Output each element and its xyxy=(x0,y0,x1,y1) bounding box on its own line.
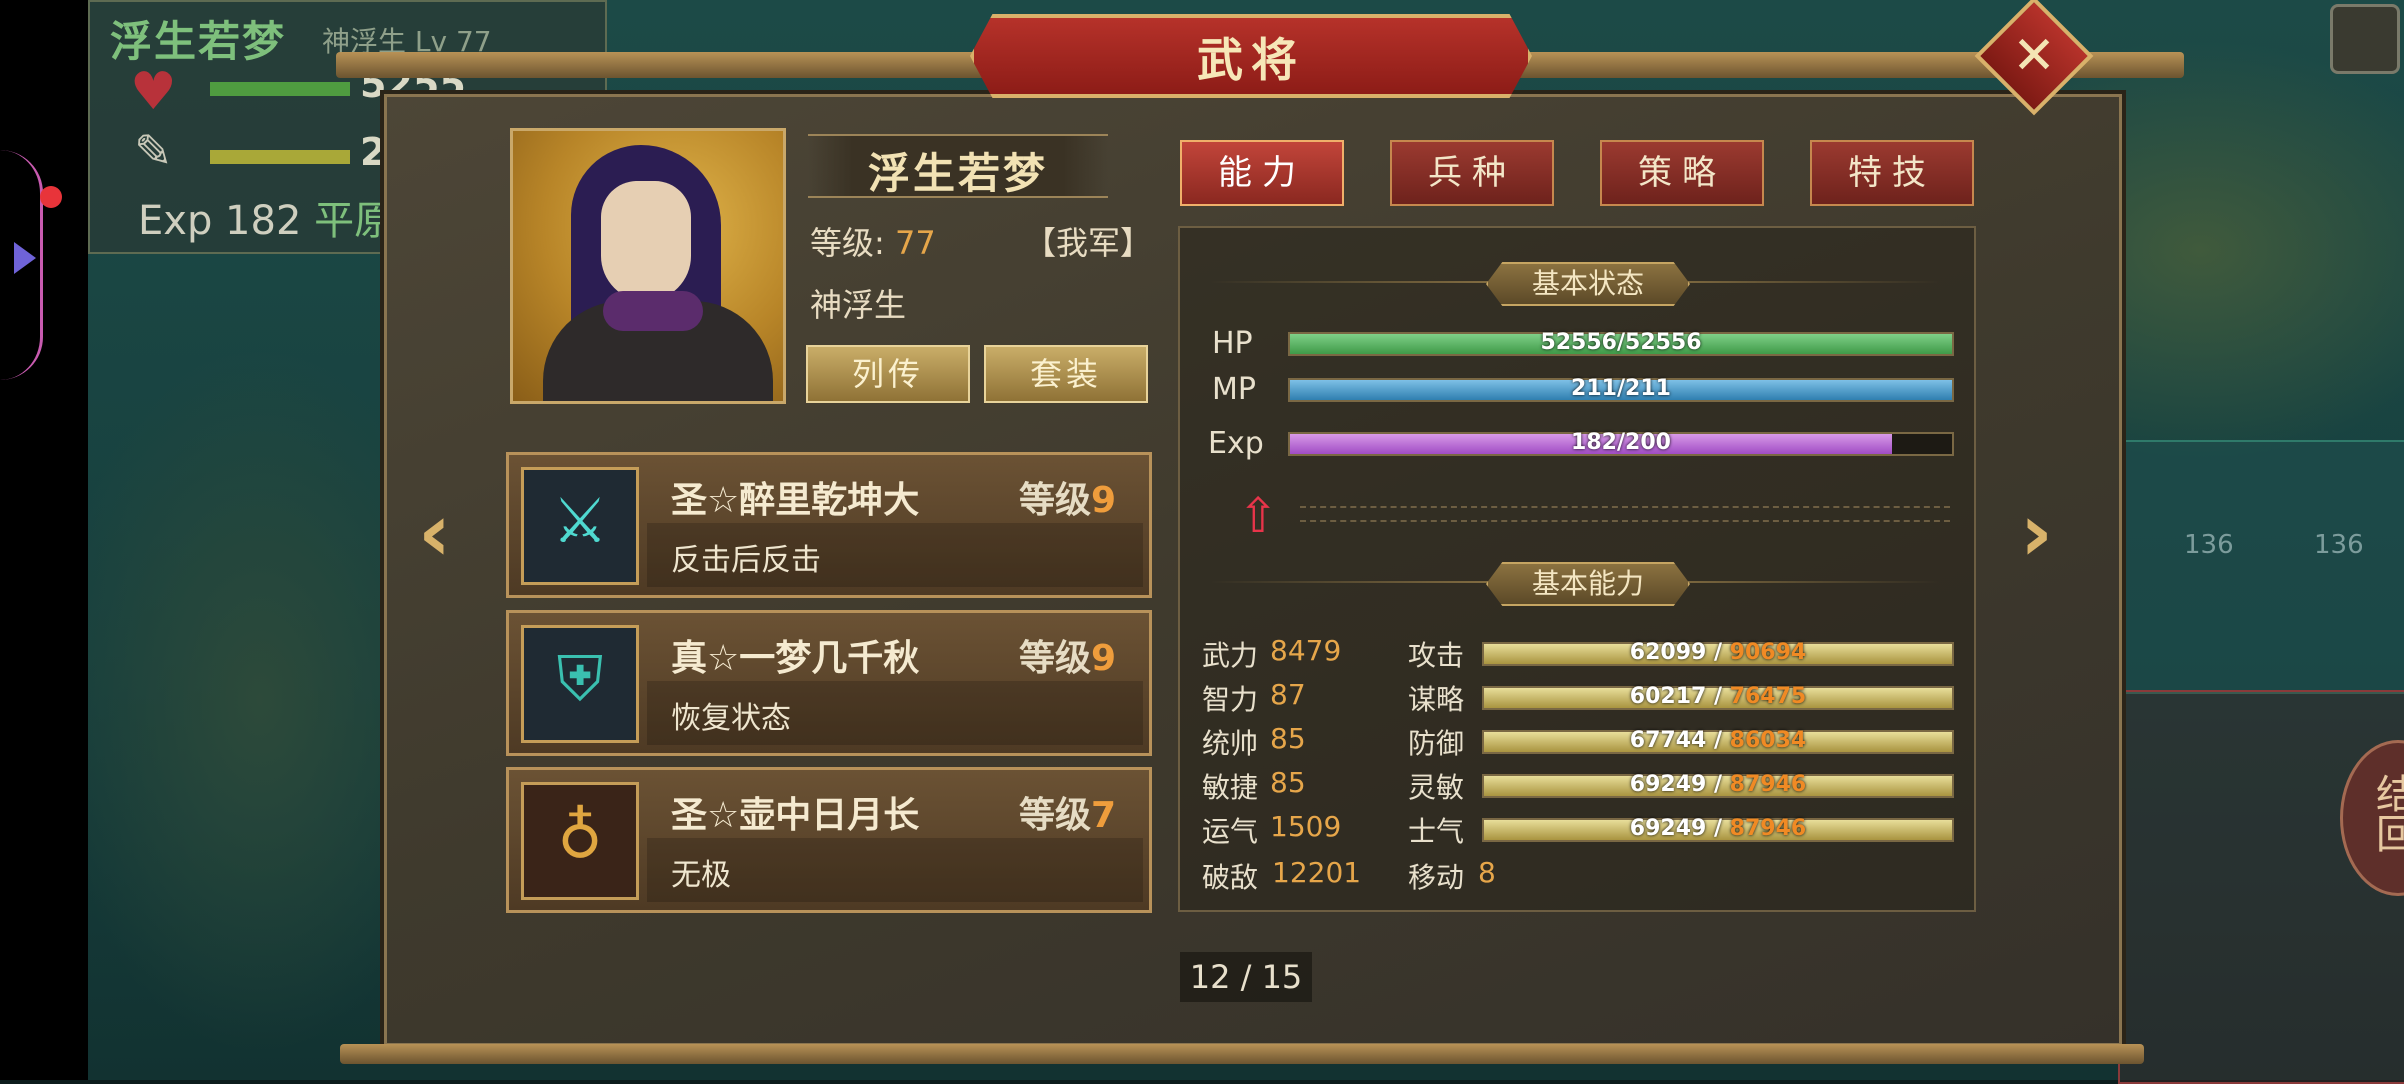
map-exp-line: Exp 182 平原 xyxy=(138,188,394,246)
ability-bar-text: 69249 / 87946 xyxy=(1629,772,1807,797)
stat-label: 统帅 xyxy=(1202,727,1259,760)
stat-value: 87 xyxy=(1270,678,1306,711)
skill-desc: 无极 xyxy=(671,858,731,893)
stat-label: 防御 xyxy=(1408,727,1465,760)
title-plate: 武将 xyxy=(970,14,1532,98)
stat-label: 士气 xyxy=(1408,815,1465,848)
hp-bar: 52556/52556 xyxy=(1288,330,1954,356)
map-unit-name: 浮生若梦 xyxy=(110,17,287,66)
stat-label: 灵敏 xyxy=(1408,771,1465,804)
stat-label: 智力 xyxy=(1202,683,1259,716)
exp-label: Exp xyxy=(1208,426,1264,461)
window-title: 武将 xyxy=(1197,33,1305,87)
skill-name: 真☆一梦几千秋 xyxy=(671,638,920,679)
skill-desc: 恢复状态 xyxy=(671,701,791,736)
exp-text: 182/200 xyxy=(1571,430,1671,455)
next-general-arrow-icon[interactable]: › xyxy=(2020,486,2053,579)
map-mp-bar xyxy=(210,150,350,164)
hp-label: HP xyxy=(1212,326,1253,361)
tab-ability[interactable]: 能力 xyxy=(1180,140,1344,206)
mp-label: MP xyxy=(1212,372,1256,407)
panel-bottom-border xyxy=(340,1044,2144,1064)
stat-value: 1509 xyxy=(1270,810,1342,843)
name-plate: 浮生若梦 xyxy=(808,134,1108,198)
skill-name: 圣☆壶中日月长 xyxy=(671,795,920,836)
skill-card[interactable]: ⛨ 真☆一梦几千秋 等级9 恢复状态 xyxy=(506,610,1152,756)
tab-special-skill[interactable]: 特技 xyxy=(1810,140,1974,206)
close-x-icon: ✕ xyxy=(2012,26,2056,86)
army-tag: 【我军】 xyxy=(1024,224,1153,262)
ability-bar: 62099 / 90694 xyxy=(1482,640,1954,666)
biography-button[interactable]: 列传 xyxy=(806,345,970,403)
ability-bar-text: 69249 / 87946 xyxy=(1629,816,1807,841)
heart-icon: ♥ xyxy=(130,62,177,122)
tab-strategy[interactable]: 策略 xyxy=(1600,140,1764,206)
tile-number: 136 xyxy=(2314,530,2364,560)
mp-text: 211/211 xyxy=(1571,376,1671,401)
skill-card[interactable]: ⚔ 圣☆醉里乾坤大 等级9 反击后反击 xyxy=(506,452,1152,598)
basic-ability-header: 基本能力 xyxy=(1486,562,1690,606)
ability-bar-text: 62099 / 90694 xyxy=(1629,640,1807,665)
hp-text: 52556/52556 xyxy=(1540,330,1702,355)
skill-name: 圣☆醉里乾坤大 xyxy=(671,480,920,521)
notification-dot xyxy=(40,186,62,208)
equipment-set-button[interactable]: 套装 xyxy=(984,345,1148,403)
edge-arrow-icon[interactable] xyxy=(14,242,36,274)
map-exp-label: Exp 182 xyxy=(138,198,302,244)
general-subtitle: 神浮生 xyxy=(810,286,907,324)
ability-bar: 60217 / 76475 xyxy=(1482,684,1954,710)
basic-status-header: 基本状态 xyxy=(1486,262,1690,306)
exp-bar: 182/200 xyxy=(1288,430,1954,456)
tile-number: 136 xyxy=(2184,530,2234,560)
stat-label: 敏捷 xyxy=(1202,771,1259,804)
ability-bar: 69249 / 87946 xyxy=(1482,816,1954,842)
stat-value: 8 xyxy=(1478,856,1496,889)
level-up-arrow-icon[interactable]: ⇧ xyxy=(1238,488,1278,544)
decorative-divider xyxy=(1300,506,1950,522)
tab-troops[interactable]: 兵种 xyxy=(1390,140,1554,206)
general-portrait xyxy=(510,128,786,404)
stat-value: 85 xyxy=(1270,766,1306,799)
feather-icon: ✎ xyxy=(134,124,173,178)
general-name: 浮生若梦 xyxy=(867,149,1048,198)
weapon-icon: ⚔ xyxy=(521,467,639,585)
ability-bar-text: 60217 / 76475 xyxy=(1629,684,1807,709)
stat-value: 12201 xyxy=(1272,856,1362,889)
map-hp-bar xyxy=(210,82,350,96)
skill-desc: 反击后反击 xyxy=(671,543,821,578)
stat-label: 破敌 xyxy=(1202,861,1259,894)
stat-value: 8479 xyxy=(1270,634,1342,667)
stat-label: 运气 xyxy=(1202,815,1259,848)
map-unit-tiles xyxy=(2118,690,2404,1084)
skill-card[interactable]: ♁ 圣☆壶中日月长 等级7 无极 xyxy=(506,767,1152,913)
gourd-icon: ♁ xyxy=(521,782,639,900)
armor-icon: ⛨ xyxy=(521,625,639,743)
stat-label: 攻击 xyxy=(1408,639,1465,672)
prev-general-arrow-icon[interactable]: ‹ xyxy=(418,486,451,579)
level-value: 77 xyxy=(894,224,936,262)
ability-bar-text: 67744 / 86034 xyxy=(1629,728,1807,753)
stat-label: 谋略 xyxy=(1408,683,1465,716)
level-display: 等级: 77 xyxy=(810,218,936,264)
stat-label: 武力 xyxy=(1202,639,1259,672)
ability-bar: 67744 / 86034 xyxy=(1482,728,1954,754)
skill-level: 等级7 xyxy=(1019,795,1117,836)
stat-label: 移动 xyxy=(1408,861,1465,894)
map-grid-tiles xyxy=(2118,440,2404,694)
menu-icon[interactable] xyxy=(2330,4,2400,74)
page-indicator: 12 / 15 xyxy=(1180,952,1312,1002)
level-label: 等级: xyxy=(810,224,885,262)
skill-level: 等级9 xyxy=(1019,480,1117,521)
stat-value: 85 xyxy=(1270,722,1306,755)
mp-bar: 211/211 xyxy=(1288,376,1954,402)
skill-level: 等级9 xyxy=(1019,638,1117,679)
ability-bar: 69249 / 87946 xyxy=(1482,772,1954,798)
